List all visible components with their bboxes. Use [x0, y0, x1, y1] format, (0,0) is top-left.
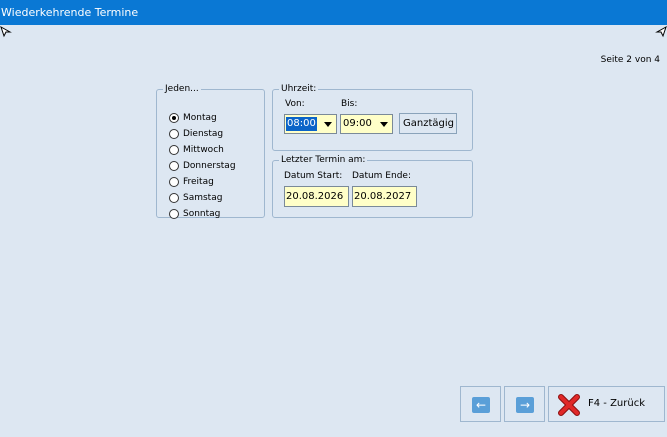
weekday-radio-6[interactable]: Sonntag	[169, 206, 236, 222]
back-button[interactable]: F4 - Zurück	[548, 386, 665, 422]
start-date-label: Datum Start:	[284, 171, 343, 181]
time-group-legend: Uhrzeit:	[281, 84, 317, 94]
radio-button-icon[interactable]	[169, 113, 179, 123]
resize-corner-left-icon[interactable]	[0, 26, 12, 38]
radio-button-icon[interactable]	[169, 129, 179, 139]
von-time-value: 08:00	[286, 117, 317, 131]
weekday-label: Samstag	[183, 193, 223, 203]
radio-button-icon[interactable]	[169, 161, 179, 171]
weekday-radio-0[interactable]: Montag	[169, 110, 236, 126]
bis-dropdown-arrow-icon[interactable]	[376, 115, 392, 133]
previous-button[interactable]: ←	[460, 386, 501, 422]
weekday-label: Freitag	[183, 177, 214, 187]
ganztaegig-button[interactable]: Ganztägig	[399, 113, 457, 134]
window-title: Wiederkehrende Termine	[1, 6, 139, 19]
weekday-radio-3[interactable]: Donnerstag	[169, 158, 236, 174]
von-time-select[interactable]: 08:00	[284, 114, 337, 134]
end-date-input[interactable]: 20.08.2027	[352, 186, 417, 207]
von-dropdown-arrow-icon[interactable]	[320, 115, 336, 133]
weekday-label: Mittwoch	[183, 145, 224, 155]
radio-button-icon[interactable]	[169, 145, 179, 155]
weekday-label: Sonntag	[183, 209, 221, 219]
bis-label: Bis:	[341, 99, 358, 109]
weekday-label: Dienstag	[183, 129, 224, 139]
arrow-left-icon: ←	[472, 397, 490, 413]
bis-time-select[interactable]: 09:00	[340, 114, 393, 134]
weekday-radio-list: Montag Dienstag Mittwoch Donnerstag Freitag S…	[169, 110, 236, 222]
weekday-label: Donnerstag	[183, 161, 236, 171]
page-indicator: Seite 2 von 4	[600, 55, 660, 65]
end-date-label: Datum Ende:	[352, 171, 411, 181]
weekday-label: Montag	[183, 113, 217, 123]
weekday-radio-2[interactable]: Mittwoch	[169, 142, 236, 158]
title-bar: Wiederkehrende Termine	[0, 0, 667, 25]
start-date-input[interactable]: 20.08.2026	[284, 186, 349, 207]
back-button-label: F4 - Zurück	[588, 398, 646, 409]
von-label: Von:	[285, 99, 305, 109]
radio-button-icon[interactable]	[169, 209, 179, 219]
last-date-group-legend: Letzter Termin am:	[281, 155, 366, 165]
weekday-group-legend: Jeden...	[165, 84, 199, 94]
radio-button-icon[interactable]	[169, 177, 179, 187]
red-x-icon	[558, 394, 580, 416]
next-button[interactable]: →	[504, 386, 545, 422]
weekday-group: Jeden... Montag Dienstag Mittwoch Donnersta…	[156, 84, 265, 219]
bis-time-value: 09:00	[343, 118, 372, 129]
weekday-radio-4[interactable]: Freitag	[169, 174, 236, 190]
weekday-radio-1[interactable]: Dienstag	[169, 126, 236, 142]
radio-button-icon[interactable]	[169, 193, 179, 203]
arrow-right-icon: →	[516, 397, 534, 413]
weekday-radio-5[interactable]: Samstag	[169, 190, 236, 206]
resize-corner-right-icon[interactable]	[655, 26, 667, 38]
